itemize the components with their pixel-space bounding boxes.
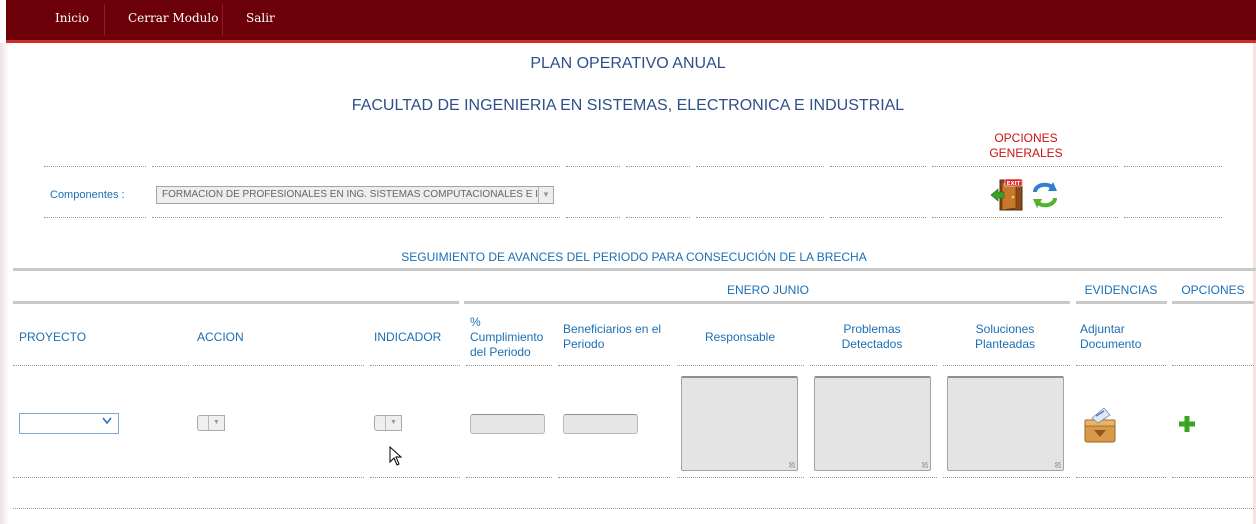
col-header-adjuntar-l1: Adjuntar [1080, 322, 1125, 336]
row-divider [943, 477, 1070, 478]
col-header-cumplimiento-l2: Cumplimiento [470, 330, 544, 344]
row-divider [810, 477, 937, 478]
componentes-selected-value: FORMACION DE PROFESIONALES EN ING. SISTE… [162, 189, 538, 200]
col-header-soluciones-l1: Soluciones [975, 322, 1035, 336]
row-divider [566, 166, 620, 167]
col-header-indicador: INDICADOR [374, 330, 442, 344]
row-divider [152, 217, 560, 218]
chevron-down-icon: ▼ [385, 416, 401, 430]
section-title: SEGUIMIENTO DE AVANCES DEL PERIODO PARA … [401, 250, 867, 264]
col-header-soluciones-l2: Planteadas [974, 337, 1036, 351]
col-header-beneficiarios-l2: Periodo [563, 337, 605, 351]
row-divider [810, 365, 937, 366]
row-divider [44, 217, 146, 218]
general-options-label-line1: OPCIONES [994, 131, 1058, 145]
period-group-header: ENERO JUNIO [726, 283, 809, 297]
nav-separator [222, 4, 223, 36]
faculty-title: FACULTAD DE INGENIERIA EN SISTEMAS, ELEC… [351, 97, 905, 114]
col-header-accion: ACCION [197, 330, 244, 344]
responsable-textarea[interactable] [681, 376, 798, 471]
header-separator [13, 301, 459, 304]
top-nav-bar: Inicio Cerrar Modulo Salir [6, 0, 1256, 43]
plus-icon[interactable] [1178, 415, 1196, 433]
problemas-textarea[interactable] [814, 376, 931, 471]
col-header-problemas-l1: Problemas [843, 322, 901, 336]
row-divider [626, 166, 690, 167]
col-header-cumplimiento-l1: % [470, 315, 481, 329]
row-divider [932, 166, 1118, 167]
proyecto-select[interactable] [19, 413, 119, 434]
accion-select[interactable]: ▼ [197, 415, 225, 431]
col-header-proyecto: PROYECTO [19, 330, 87, 344]
componentes-select[interactable]: FORMACION DE PROFESIONALES EN ING. SISTE… [156, 186, 554, 204]
svg-text:EXIT: EXIT [1007, 181, 1021, 187]
col-header-beneficiarios: Beneficiarios en el Periodo [563, 322, 661, 352]
row-divider [677, 365, 804, 366]
row-divider [193, 477, 364, 478]
row-divider [943, 365, 1070, 366]
nav-cerrar-modulo[interactable]: Cerrar Modulo [128, 11, 218, 25]
row-divider [370, 477, 460, 478]
col-header-problemas-l2: Detectados [841, 337, 903, 351]
section-separator [13, 268, 1256, 271]
header-separator [464, 301, 1070, 304]
row-divider [830, 166, 926, 167]
row-divider [1076, 365, 1166, 366]
row-divider [932, 217, 1118, 218]
chevron-down-icon [102, 417, 112, 425]
header-separator [1076, 301, 1167, 304]
row-divider [558, 365, 670, 366]
refresh-arrows-icon[interactable] [1030, 178, 1060, 212]
row-divider [1172, 365, 1254, 366]
row-divider [1124, 217, 1222, 218]
col-header-responsable: Responsable [704, 330, 776, 344]
row-divider [1124, 166, 1222, 167]
row-divider [1076, 477, 1166, 478]
general-options-label: OPCIONES GENERALES [976, 131, 1076, 161]
row-divider [44, 166, 146, 167]
row-divider [696, 166, 824, 167]
row-divider [13, 477, 189, 478]
cumplimiento-input[interactable] [470, 414, 545, 434]
row-divider [1172, 477, 1254, 478]
nav-separator [104, 4, 105, 36]
col-header-beneficiarios-l1: Beneficiarios en el [563, 322, 662, 336]
soluciones-textarea[interactable] [947, 376, 1064, 471]
upload-box-icon[interactable] [1082, 406, 1118, 444]
row-divider [193, 365, 364, 366]
row-divider [626, 217, 690, 218]
row-divider [152, 166, 560, 167]
mouse-cursor-icon [389, 446, 403, 466]
col-header-adjuntar: Adjuntar Documento [1080, 322, 1141, 352]
col-header-cumplimiento: % Cumplimiento del Periodo [470, 315, 543, 360]
exit-door-icon[interactable]: EXIT [990, 177, 1026, 213]
nav-inicio[interactable]: Inicio [55, 11, 89, 25]
col-header-cumplimiento-l3: del Periodo [470, 345, 531, 359]
left-edge-shade [0, 43, 9, 524]
row-divider [696, 217, 824, 218]
componentes-label: Componentes : [50, 189, 125, 201]
nav-salir[interactable]: Salir [246, 11, 275, 25]
header-separator [1172, 301, 1254, 304]
general-options-label-line2: GENERALES [989, 146, 1063, 160]
row-divider [830, 217, 926, 218]
row-divider [677, 477, 804, 478]
col-header-problemas: Problemas Detectados [812, 322, 932, 352]
row-divider [370, 365, 460, 366]
beneficiarios-input[interactable] [563, 414, 638, 434]
indicador-select[interactable]: ▼ [374, 415, 402, 431]
row-divider [466, 477, 552, 478]
col-header-adjuntar-l2: Documento [1080, 337, 1142, 351]
row-divider [558, 477, 670, 478]
row-divider [13, 365, 189, 366]
col-header-soluciones: Soluciones Planteadas [945, 322, 1065, 352]
row-divider [13, 508, 1254, 509]
chevron-down-icon: ▼ [538, 187, 553, 203]
page-title: PLAN OPERATIVO ANUAL [530, 55, 726, 72]
row-divider [566, 217, 620, 218]
evidencias-group-header: EVIDENCIAS [1084, 283, 1158, 297]
row-divider [466, 365, 552, 366]
opciones-group-header: OPCIONES [1181, 283, 1245, 297]
chevron-down-icon: ▼ [208, 416, 224, 430]
